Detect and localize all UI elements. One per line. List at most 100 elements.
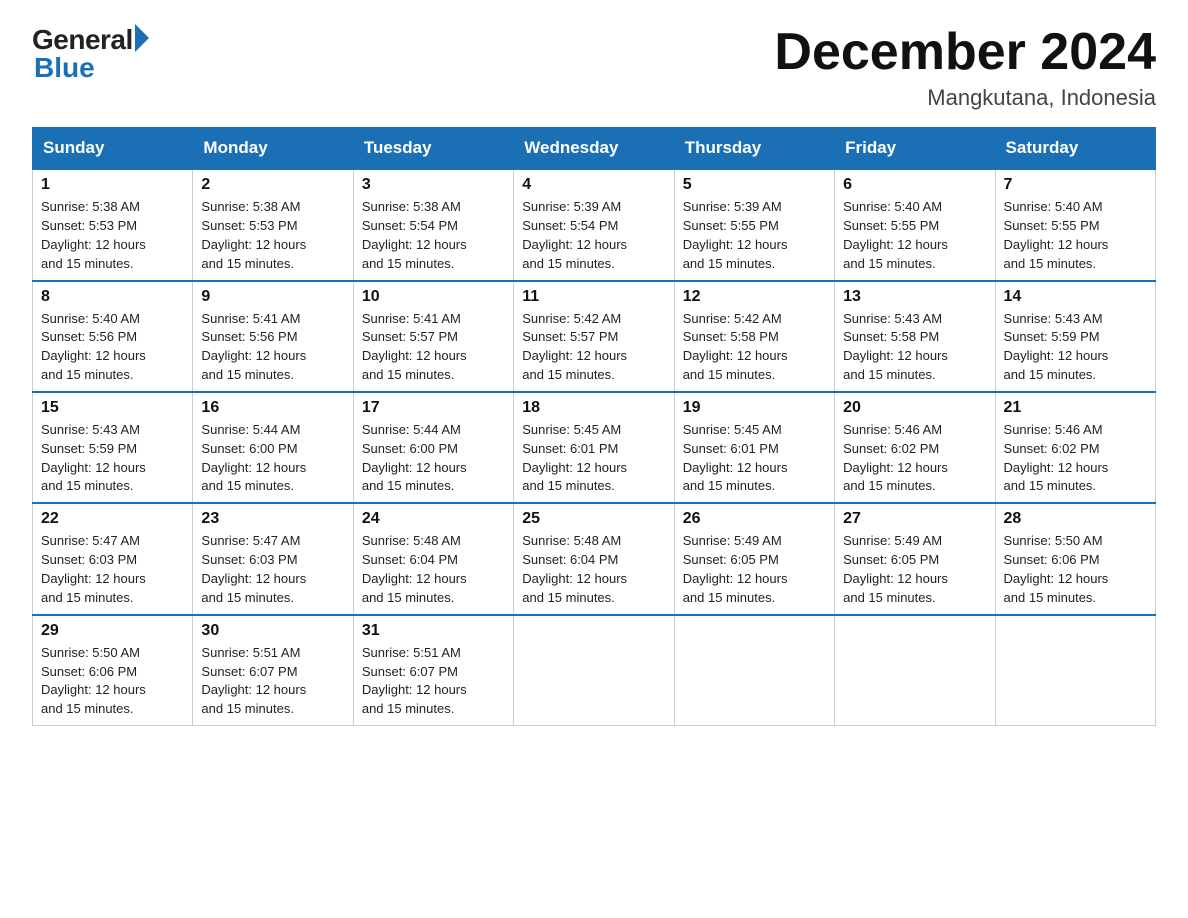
day-info: Sunrise: 5:43 AMSunset: 5:58 PMDaylight:… [843, 310, 986, 385]
calendar-cell: 1Sunrise: 5:38 AMSunset: 5:53 PMDaylight… [33, 169, 193, 280]
day-number: 20 [843, 399, 986, 417]
day-info: Sunrise: 5:40 AMSunset: 5:55 PMDaylight:… [1004, 198, 1147, 273]
calendar-cell: 10 Sunrise: 5:41 AMSunset: 5:57 PMDayligh… [353, 281, 513, 392]
week-row-1: 1Sunrise: 5:38 AMSunset: 5:53 PMDaylight… [33, 169, 1156, 280]
day-info: Sunrise: 5:48 AMSunset: 6:04 PMDaylight:… [362, 532, 505, 607]
day-number: 2 [201, 176, 344, 194]
day-info: Sunrise: 5:51 AMSunset: 6:07 PMDaylight:… [201, 644, 344, 719]
day-info: Sunrise: 5:49 AMSunset: 6:05 PMDaylight:… [683, 532, 826, 607]
calendar-table: SundayMondayTuesdayWednesdayThursdayFrid… [32, 127, 1156, 726]
weekday-header-thursday: Thursday [674, 128, 834, 170]
day-number: 31 [362, 622, 505, 640]
calendar-cell: 26 Sunrise: 5:49 AMSunset: 6:05 PMDayligh… [674, 503, 834, 614]
day-number: 30 [201, 622, 344, 640]
weekday-header-wednesday: Wednesday [514, 128, 674, 170]
day-number: 4 [522, 176, 665, 194]
day-info: Sunrise: 5:50 AMSunset: 6:06 PMDaylight:… [41, 644, 184, 719]
calendar-cell: 23 Sunrise: 5:47 AMSunset: 6:03 PMDayligh… [193, 503, 353, 614]
calendar-cell: 14Sunrise: 5:43 AMSunset: 5:59 PMDayligh… [995, 281, 1155, 392]
logo-blue-text: Blue [34, 52, 95, 84]
logo-triangle-icon [135, 24, 149, 52]
day-number: 9 [201, 288, 344, 306]
day-number: 3 [362, 176, 505, 194]
calendar-cell: 25Sunrise: 5:48 AMSunset: 6:04 PMDayligh… [514, 503, 674, 614]
day-info: Sunrise: 5:39 AMSunset: 5:55 PMDaylight:… [683, 198, 826, 273]
day-info: Sunrise: 5:47 AMSunset: 6:03 PMDaylight:… [201, 532, 344, 607]
day-number: 5 [683, 176, 826, 194]
calendar-cell: 7Sunrise: 5:40 AMSunset: 5:55 PMDaylight… [995, 169, 1155, 280]
day-number: 6 [843, 176, 986, 194]
week-row-3: 15 Sunrise: 5:43 AMSunset: 5:59 PMDayligh… [33, 392, 1156, 503]
calendar-cell: 16 Sunrise: 5:44 AMSunset: 6:00 PMDayligh… [193, 392, 353, 503]
week-row-4: 22 Sunrise: 5:47 AMSunset: 6:03 PMDayligh… [33, 503, 1156, 614]
day-info: Sunrise: 5:40 AMSunset: 5:55 PMDaylight:… [843, 198, 986, 273]
day-info: Sunrise: 5:44 AMSunset: 6:00 PMDaylight:… [362, 421, 505, 496]
calendar-cell: 11Sunrise: 5:42 AMSunset: 5:57 PMDayligh… [514, 281, 674, 392]
calendar-cell: 28 Sunrise: 5:50 AMSunset: 6:06 PMDayligh… [995, 503, 1155, 614]
calendar-cell: 24 Sunrise: 5:48 AMSunset: 6:04 PMDayligh… [353, 503, 513, 614]
calendar-cell: 22 Sunrise: 5:47 AMSunset: 6:03 PMDayligh… [33, 503, 193, 614]
day-info: Sunrise: 5:50 AMSunset: 6:06 PMDaylight:… [1004, 532, 1147, 607]
weekday-header-sunday: Sunday [33, 128, 193, 170]
calendar-cell: 4 Sunrise: 5:39 AMSunset: 5:54 PMDaylight… [514, 169, 674, 280]
calendar-cell: 18 Sunrise: 5:45 AMSunset: 6:01 PMDayligh… [514, 392, 674, 503]
calendar-cell [835, 615, 995, 726]
calendar-cell [674, 615, 834, 726]
month-title: December 2024 [774, 24, 1156, 81]
day-info: Sunrise: 5:51 AMSunset: 6:07 PMDaylight:… [362, 644, 505, 719]
day-number: 22 [41, 510, 184, 528]
day-number: 26 [683, 510, 826, 528]
day-info: Sunrise: 5:43 AMSunset: 5:59 PMDaylight:… [1004, 310, 1147, 385]
day-number: 16 [201, 399, 344, 417]
day-info: Sunrise: 5:46 AMSunset: 6:02 PMDaylight:… [1004, 421, 1147, 496]
calendar-cell: 15 Sunrise: 5:43 AMSunset: 5:59 PMDayligh… [33, 392, 193, 503]
calendar-cell: 3 Sunrise: 5:38 AMSunset: 5:54 PMDaylight… [353, 169, 513, 280]
weekday-header-saturday: Saturday [995, 128, 1155, 170]
calendar-cell [514, 615, 674, 726]
calendar-cell: 2 Sunrise: 5:38 AMSunset: 5:53 PMDaylight… [193, 169, 353, 280]
day-number: 17 [362, 399, 505, 417]
day-info: Sunrise: 5:43 AMSunset: 5:59 PMDaylight:… [41, 421, 184, 496]
day-info: Sunrise: 5:44 AMSunset: 6:00 PMDaylight:… [201, 421, 344, 496]
day-number: 24 [362, 510, 505, 528]
day-number: 18 [522, 399, 665, 417]
day-number: 13 [843, 288, 986, 306]
calendar-cell: 21Sunrise: 5:46 AMSunset: 6:02 PMDayligh… [995, 392, 1155, 503]
day-info: Sunrise: 5:38 AMSunset: 5:54 PMDaylight:… [362, 198, 505, 273]
day-number: 8 [41, 288, 184, 306]
day-info: Sunrise: 5:38 AMSunset: 5:53 PMDaylight:… [41, 198, 184, 273]
day-info: Sunrise: 5:42 AMSunset: 5:57 PMDaylight:… [522, 310, 665, 385]
day-info: Sunrise: 5:46 AMSunset: 6:02 PMDaylight:… [843, 421, 986, 496]
location-text: Mangkutana, Indonesia [774, 85, 1156, 111]
week-row-2: 8 Sunrise: 5:40 AMSunset: 5:56 PMDaylight… [33, 281, 1156, 392]
day-info: Sunrise: 5:47 AMSunset: 6:03 PMDaylight:… [41, 532, 184, 607]
calendar-cell: 19Sunrise: 5:45 AMSunset: 6:01 PMDayligh… [674, 392, 834, 503]
calendar-cell [995, 615, 1155, 726]
calendar-cell: 6 Sunrise: 5:40 AMSunset: 5:55 PMDaylight… [835, 169, 995, 280]
day-info: Sunrise: 5:39 AMSunset: 5:54 PMDaylight:… [522, 198, 665, 273]
logo: General Blue [32, 24, 149, 84]
calendar-cell: 17 Sunrise: 5:44 AMSunset: 6:00 PMDayligh… [353, 392, 513, 503]
title-block: December 2024 Mangkutana, Indonesia [774, 24, 1156, 111]
day-number: 19 [683, 399, 826, 417]
day-number: 27 [843, 510, 986, 528]
calendar-cell: 8 Sunrise: 5:40 AMSunset: 5:56 PMDaylight… [33, 281, 193, 392]
calendar-cell: 20 Sunrise: 5:46 AMSunset: 6:02 PMDayligh… [835, 392, 995, 503]
day-number: 23 [201, 510, 344, 528]
weekday-header-friday: Friday [835, 128, 995, 170]
day-info: Sunrise: 5:41 AMSunset: 5:56 PMDaylight:… [201, 310, 344, 385]
day-info: Sunrise: 5:41 AMSunset: 5:57 PMDaylight:… [362, 310, 505, 385]
weekday-header-monday: Monday [193, 128, 353, 170]
day-number: 10 [362, 288, 505, 306]
calendar-cell: 12Sunrise: 5:42 AMSunset: 5:58 PMDayligh… [674, 281, 834, 392]
calendar-cell: 30 Sunrise: 5:51 AMSunset: 6:07 PMDayligh… [193, 615, 353, 726]
day-info: Sunrise: 5:45 AMSunset: 6:01 PMDaylight:… [522, 421, 665, 496]
calendar-cell: 9 Sunrise: 5:41 AMSunset: 5:56 PMDaylight… [193, 281, 353, 392]
day-number: 28 [1004, 510, 1147, 528]
day-info: Sunrise: 5:38 AMSunset: 5:53 PMDaylight:… [201, 198, 344, 273]
day-number: 29 [41, 622, 184, 640]
day-number: 15 [41, 399, 184, 417]
day-info: Sunrise: 5:40 AMSunset: 5:56 PMDaylight:… [41, 310, 184, 385]
day-number: 12 [683, 288, 826, 306]
calendar-cell: 29 Sunrise: 5:50 AMSunset: 6:06 PMDayligh… [33, 615, 193, 726]
